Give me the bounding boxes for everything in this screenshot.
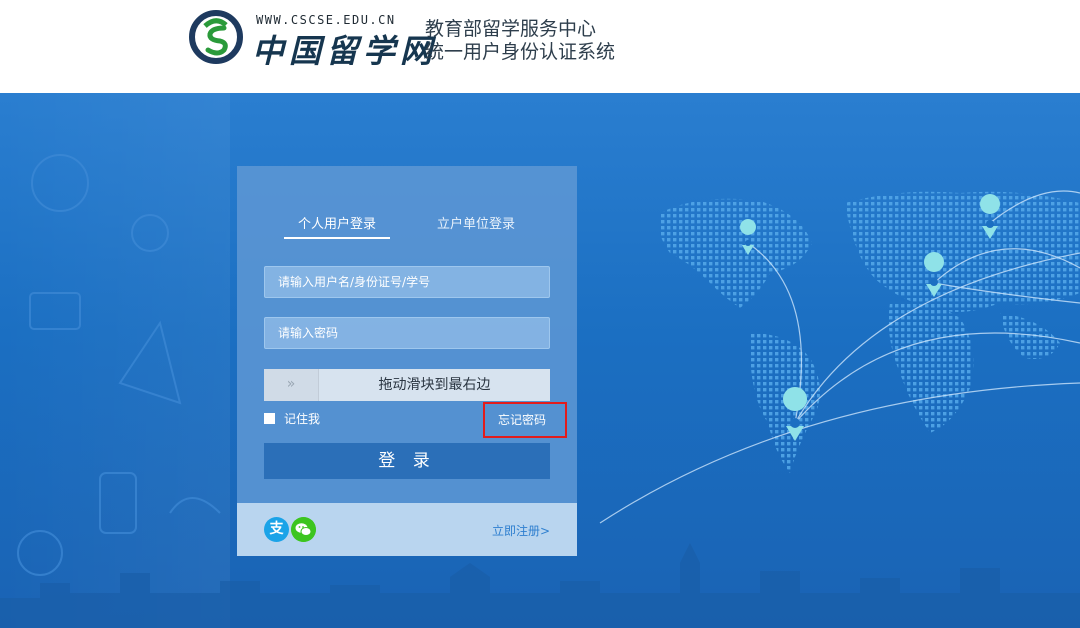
- alipay-icon[interactable]: 支: [264, 517, 289, 542]
- site-header: WWW.CSCSE.EDU.CN 中国留学网 教育部留学服务中心 统一用户身份认…: [0, 0, 1080, 93]
- card-footer: 支 立即注册>: [237, 503, 577, 556]
- password-input[interactable]: [264, 317, 550, 349]
- tab-unit-login[interactable]: 立户单位登录: [437, 213, 515, 232]
- username-input[interactable]: [264, 266, 550, 298]
- register-link[interactable]: 立即注册>: [492, 522, 550, 539]
- site-name: 中国留学网: [252, 32, 438, 70]
- slider-captcha: » 拖动滑块到最右边: [264, 369, 550, 401]
- site-url: WWW.CSCSE.EDU.CN: [256, 13, 396, 27]
- tab-personal-login[interactable]: 个人用户登录: [284, 213, 390, 239]
- hero-banner: 个人用户登录 立户单位登录 » 拖动滑块到最右边 记住我 忘记密码 登 录 支: [0, 93, 1080, 628]
- subtitle-line-1: 教育部留学服务中心: [425, 18, 597, 40]
- remember-me-label: 记住我: [284, 411, 321, 426]
- remember-me-checkbox[interactable]: [264, 412, 275, 424]
- wechat-icon[interactable]: [291, 517, 316, 542]
- login-card: 个人用户登录 立户单位登录 » 拖动滑块到最右边 记住我 忘记密码 登 录 支: [237, 166, 577, 556]
- subtitle-line-2: 统一用户身份认证系统: [425, 41, 616, 63]
- forgot-password-highlight: 忘记密码: [483, 402, 567, 438]
- slider-instruction: 拖动滑块到最右边: [378, 377, 491, 393]
- slider-handle[interactable]: »: [264, 369, 319, 401]
- remember-me[interactable]: 记住我: [264, 410, 320, 426]
- system-title: 教育部留学服务中心 统一用户身份认证系统: [425, 18, 615, 64]
- forgot-password-link[interactable]: 忘记密码: [498, 411, 546, 428]
- logo-emblem-icon: [189, 10, 243, 64]
- login-button[interactable]: 登 录: [264, 443, 550, 479]
